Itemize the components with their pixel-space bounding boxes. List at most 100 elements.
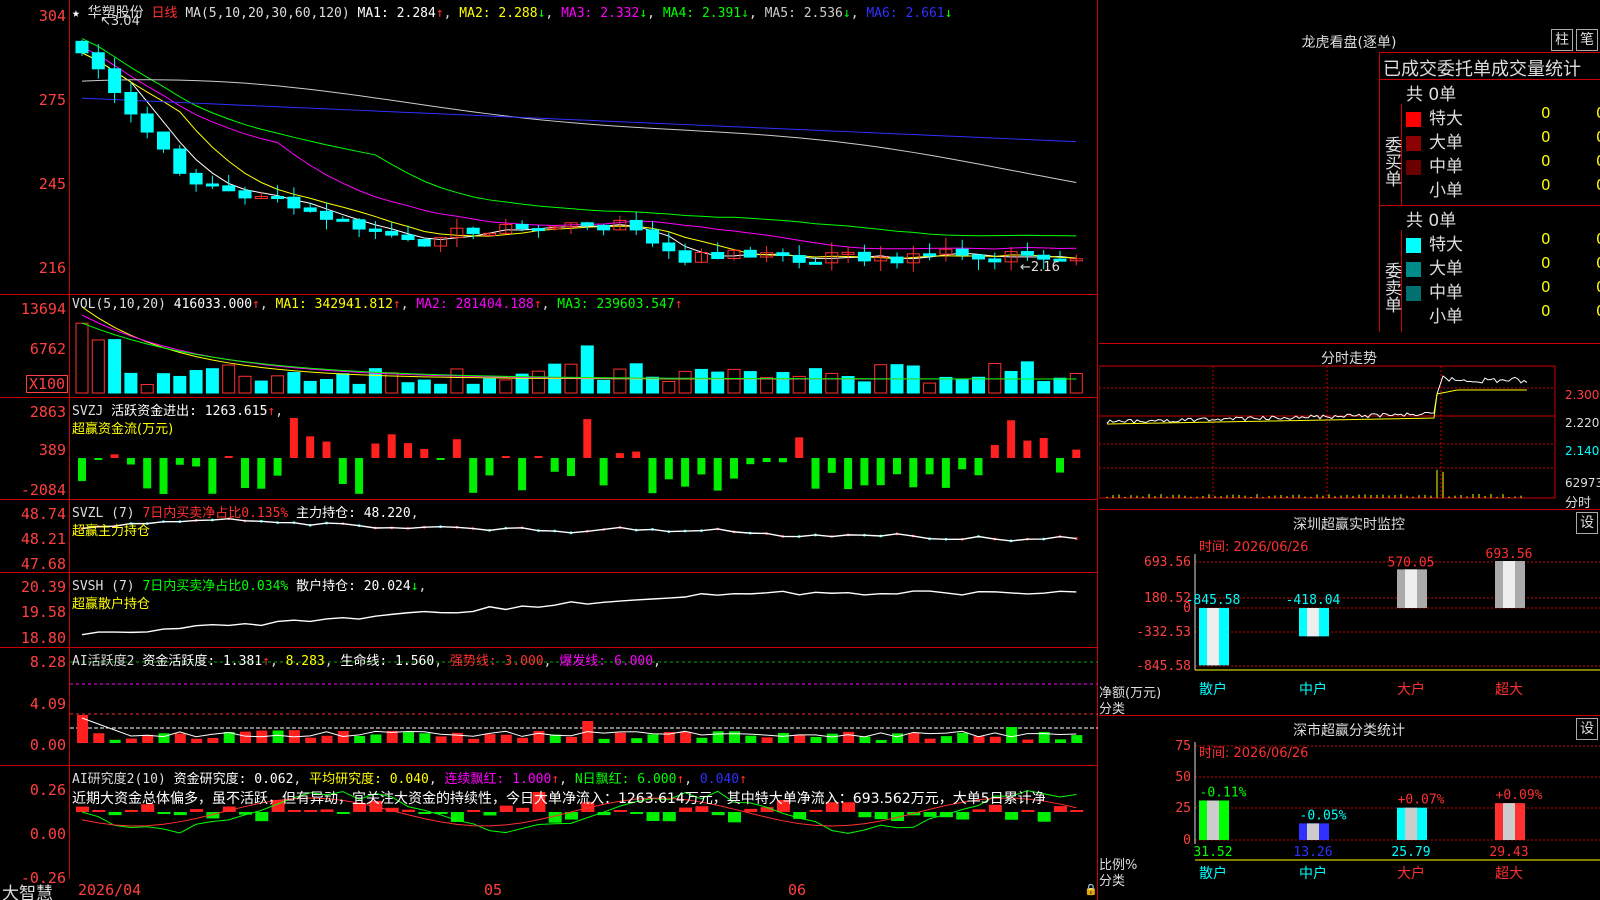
activity-bar — [533, 730, 545, 743]
svzj-name: SVZJ — [72, 404, 104, 419]
sell-row-pct: 0% — [1596, 302, 1600, 320]
volume-panel[interactable]: 13694 6762 X100 VOL(5,10,20) 416033.000↑… — [0, 295, 1098, 398]
period-label[interactable]: 日线 — [151, 6, 177, 21]
class-panel[interactable]: 深市超赢分类统计 设 时间: 2026/06/26 75 50 25 0 -0.11% 3… — [1099, 716, 1600, 900]
down-arrow-icon: ↓ — [639, 6, 648, 21]
candle-body — [417, 238, 431, 247]
flow-bar — [501, 456, 510, 458]
activity-bar — [403, 732, 414, 743]
volume-y-axis: 13694 6762 X100 — [0, 295, 70, 397]
activity-bar — [745, 735, 757, 743]
flow-bar — [990, 444, 999, 458]
candle-body — [711, 251, 725, 260]
high-marker: ↖3.04 — [100, 14, 140, 29]
svsh-subtitle: 超赢散户持仓 — [72, 597, 151, 612]
monitor-panel[interactable]: 深圳超赢实时监控 设 时间: 2026/06/26 693.56 180.52 0-… — [1099, 510, 1600, 717]
date-axis: 大智慧 2026/04 05 06 🔒 — [0, 879, 1098, 900]
flow-bar — [436, 458, 445, 460]
svzj-title: SVZJ 活跃资金进出: 1263.615↑, — [72, 404, 284, 419]
kline-panel[interactable]: 304 275 245 216 ★ 华塑股份 日线 MA(5,10,20,30,… — [0, 0, 1098, 295]
svsh-panel[interactable]: 20.39 19.58 18.80 SVSH (7) 7日内买卖净占比0.034… — [0, 573, 1098, 648]
volume-bar — [336, 373, 350, 394]
y-label: 2.140 — [1565, 444, 1600, 458]
stats-title: 已成交委托单成交量统计 — [1383, 59, 1581, 80]
ai-research-last: 0.040 — [699, 772, 740, 787]
flow-bar — [567, 458, 575, 477]
flow-bar — [94, 458, 103, 460]
ma4-value: MA4: 2.391 — [662, 6, 742, 21]
candle-body — [352, 219, 366, 230]
kline-plot[interactable] — [70, 0, 1098, 294]
up-arrow-icon: ↑ — [392, 297, 401, 312]
class-pct-label: -0.11% — [1200, 785, 1247, 800]
intraday-panel[interactable]: 分时走势 2.300 2.220 2.140 62973 分时 — [1099, 344, 1600, 511]
volume-bar — [531, 370, 545, 394]
volume-bar — [988, 362, 1002, 394]
activity-bar — [598, 738, 610, 743]
volume-bar — [271, 375, 285, 394]
research-bar — [287, 810, 301, 812]
volume-bar — [287, 371, 301, 394]
ai-active-panel[interactable]: 8.28 4.09 0.00 AI活跃度2 资金活跃度: 1.381↑, 8.2… — [0, 648, 1098, 766]
y-label: 304 — [38, 7, 66, 25]
star-icon[interactable]: ★ — [72, 6, 80, 21]
svzl-panel[interactable]: 48.74 48.21 47.68 SVZL (7) 7日内买卖净占比0.135… — [0, 500, 1098, 573]
y-label: 19.58 — [20, 603, 66, 621]
candle-body — [662, 242, 676, 252]
activity-bar — [191, 738, 203, 743]
volume-bar — [857, 381, 871, 394]
candle-body — [1020, 251, 1034, 256]
volume-bar — [205, 368, 219, 394]
buy-total: 共 0单 — [1406, 85, 1457, 105]
activity-bar — [207, 737, 219, 743]
svzj-panel[interactable]: 2863 389 -2084 SVZJ 活跃资金进出: 1263.615↑, 超… — [0, 398, 1098, 500]
research-bar — [679, 807, 693, 812]
research-bar — [728, 812, 741, 823]
class-pct-label: +0.09% — [1496, 788, 1543, 803]
activity-bar — [370, 734, 382, 743]
tick-mode-button[interactable]: 笔 — [1576, 29, 1598, 51]
research-bar — [157, 812, 171, 814]
down-arrow-icon: ↓ — [537, 6, 546, 21]
bar-mode-button[interactable]: 柱 — [1551, 29, 1573, 51]
activity-bar — [924, 738, 936, 743]
volume-bar — [483, 378, 496, 394]
buy-row-pct: 0% — [1596, 128, 1600, 146]
buy-row-label: 中单 — [1406, 152, 1463, 177]
brand-label[interactable]: 大智慧 — [2, 879, 53, 900]
ai-research-panel[interactable]: 0.26 0.00 -0.26 AI研究度2(10) 资金研究度: 0.062,… — [0, 766, 1098, 886]
candle-body — [368, 228, 382, 232]
flow-bar — [860, 458, 869, 486]
research-bar — [646, 812, 660, 821]
buy-row: 小单 0 0% — [1406, 176, 1600, 201]
high-value: 3.04 — [110, 14, 140, 29]
candle-body — [531, 228, 545, 232]
activity-bar — [614, 732, 626, 743]
row-label-text: 中单 — [1429, 157, 1463, 177]
candle-body — [809, 261, 822, 265]
flow-bar — [306, 436, 315, 458]
research-bar — [516, 807, 530, 812]
buy-row-count: 0 — [1541, 128, 1551, 146]
volume-bar — [1037, 381, 1051, 394]
flow-bar — [273, 458, 282, 476]
research-bar — [630, 812, 644, 814]
flow-bar — [518, 458, 527, 491]
volume-bar — [923, 382, 937, 394]
sell-row: 小单 0 0% — [1406, 302, 1600, 327]
category-label: 中户 — [1299, 681, 1327, 698]
activity-bar — [810, 736, 822, 743]
activity-bar — [680, 731, 692, 743]
net-bar-highlight — [1207, 608, 1219, 666]
class-bar-highlight — [1405, 807, 1417, 840]
buy-row-pct: 0% — [1596, 176, 1600, 194]
flow-bar — [257, 458, 266, 489]
flow-bar — [958, 458, 967, 470]
volume-ma-line — [81, 314, 1077, 380]
volume-bar — [743, 371, 757, 394]
volume-bar — [1004, 370, 1018, 394]
lock-icon[interactable]: 🔒 — [1084, 883, 1098, 896]
research-bar — [744, 808, 758, 812]
candle-body — [157, 131, 170, 150]
down-arrow-icon: ↓ — [741, 6, 749, 21]
